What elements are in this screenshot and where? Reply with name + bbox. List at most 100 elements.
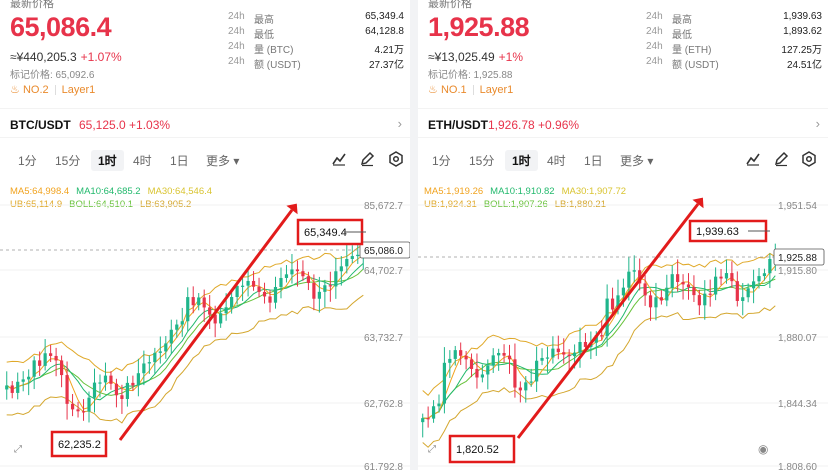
candle-body [464,355,468,360]
expand-icon[interactable]: ⤢ [14,444,22,455]
candle-body [486,365,490,375]
candle-body [120,395,124,399]
candle-body [442,362,447,404]
candle-body [180,321,184,325]
candle-body [676,274,680,282]
candlestick-chart[interactable]: 85,672.7 64,702.7 63,732.7 62,762.8 61,792.8… [0,0,410,470]
candle-body [191,297,195,306]
candle-body [762,273,767,277]
candle-body [431,406,436,419]
candle-body [535,360,539,382]
candle-body [59,360,64,376]
candle-body [98,382,102,384]
candle-body [230,297,234,308]
panel-divider [410,0,418,470]
candle-body [491,355,495,366]
candle-body [273,286,278,303]
candle-body [567,354,571,357]
candle-body [708,293,712,295]
candle-body [301,271,305,277]
candle-body [632,270,636,272]
candle-body [164,343,168,352]
candle-body [714,276,718,295]
axis-tick-label: 63,732.7 [364,333,403,344]
candle-body [448,358,452,363]
candle-body [735,281,739,301]
candle-body [153,352,157,363]
candle-body [686,284,691,288]
candle-body [32,360,36,377]
candle-body [76,409,80,412]
candle-body [545,357,550,359]
current-price-label: 1,925.88 [778,253,817,264]
candle-body [240,285,245,287]
candle-body [437,403,441,407]
candle-body [16,381,20,393]
candle-body [518,387,522,391]
candle-body [643,283,647,296]
candle-body [306,276,311,283]
candlestick-chart[interactable]: 1,951.54 1,915.80 1,880.07 1,844.34 1,808.60… [418,0,828,470]
candle-body [610,298,615,310]
candle-body [757,276,761,282]
candle-body [572,352,577,357]
candle-body [540,357,544,361]
candle-body [81,411,86,413]
candle-body [142,363,146,374]
candle-body [328,285,332,287]
candle-body [323,285,327,292]
eth-panel: 最新价格 1,925.88 ≈¥13,025.49 +1% 标记价格: 1,925… [418,0,828,470]
candle-body [131,382,135,386]
candle-body [719,276,723,279]
candle-body [114,383,119,396]
candle-body [605,298,609,337]
candle-body [741,297,745,301]
axis-tick-label: 1,808.60 [778,462,817,470]
high-price-label: 1,939.63 [696,226,739,238]
candle-body [246,280,250,286]
candle-body [125,382,130,399]
eye-icon[interactable]: ◉ [758,442,768,456]
candle-body [334,271,338,287]
candle-body [746,288,750,298]
candle-body [54,355,58,361]
candle-body [251,280,256,287]
candle-body [136,373,140,386]
candle-body [175,324,179,330]
candle-body [257,286,261,292]
candle-body [551,348,555,358]
expand-icon[interactable]: ⤢ [428,444,436,455]
current-price-label: 65,086.0 [364,246,403,257]
candle-body [43,353,47,366]
candle-body [208,307,212,315]
high-price-label: 65,349.4 [304,227,347,239]
candle-body [562,352,566,355]
candle-body [507,355,512,360]
ma10-line [6,263,364,401]
candle-body [21,379,25,382]
candle-body [290,269,294,275]
candle-body [27,376,31,380]
axis-tick-label: 61,792.8 [364,462,403,470]
candle-body [583,341,588,347]
candle-body [92,382,97,398]
candle-body [724,273,729,279]
candle-body [665,287,669,301]
candle-body [621,287,626,296]
bollinger-mid-line [6,268,364,396]
candle-body [169,329,173,344]
candle-body [186,297,190,322]
candle-body [65,375,69,404]
candle-body [421,418,425,423]
candle-body [627,271,631,288]
candle-body [692,287,696,296]
trend-arrow [118,209,294,441]
candle-body [49,353,53,356]
candle-body [224,307,228,314]
candle-body [103,375,108,383]
candle-body [751,281,756,289]
axis-tick-label: 85,672.7 [364,201,403,212]
candle-body [524,382,528,391]
candle-body [356,254,360,257]
candle-body [480,374,484,378]
